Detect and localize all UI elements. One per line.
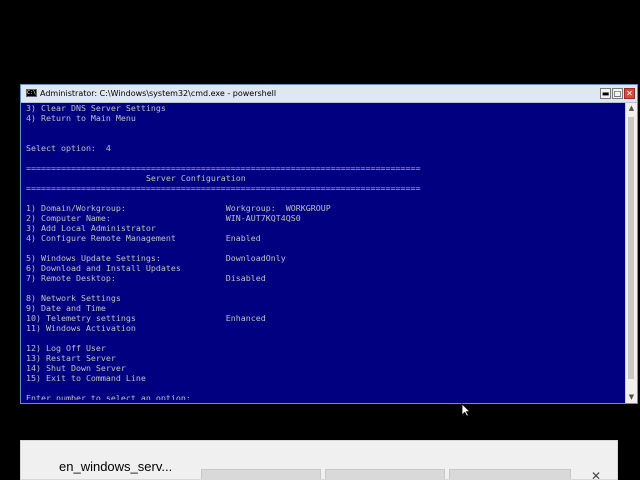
window-controls: ▬ □ ✕ — [600, 88, 635, 99]
console-line: 4) Configure Remote Management Enabled — [26, 233, 261, 243]
console-line: 12) Log Off User — [26, 343, 106, 353]
console-line: 7) Remote Desktop: Disabled — [26, 273, 266, 283]
download-action-button-3[interactable] — [449, 469, 571, 479]
console-line: Enter number to select an option: — [26, 393, 191, 400]
console-line: 14) Shut Down Server — [26, 363, 126, 373]
window-titlebar[interactable]: C:\ Administrator: C:\Windows\system32\c… — [21, 85, 637, 103]
console-line: ========================================… — [26, 163, 421, 173]
download-action-button-2[interactable] — [325, 469, 445, 479]
console-line: ========================================… — [26, 183, 421, 193]
console-line: 5) Windows Update Settings: DownloadOnly — [26, 253, 286, 263]
vertical-scrollbar[interactable]: ▲ ▼ — [625, 103, 637, 403]
mouse-pointer-icon — [461, 403, 471, 417]
console-line: 8) Network Settings — [26, 293, 121, 303]
console-line: 9) Date and Time — [26, 303, 106, 313]
window-title: Administrator: C:\Windows\system32\cmd.e… — [40, 89, 277, 98]
minimize-button[interactable]: ▬ — [600, 88, 611, 99]
close-button[interactable]: ✕ — [624, 88, 635, 99]
console-app-icon: C:\ — [26, 89, 37, 97]
cmd-window: C:\ Administrator: C:\Windows\system32\c… — [20, 84, 638, 404]
console-line: Server Configuration — [26, 173, 246, 183]
download-status-text — [59, 475, 179, 479]
console-line: 13) Restart Server — [26, 353, 116, 363]
scroll-thumb[interactable] — [628, 117, 634, 379]
console-line: 3) Add Local Administrator — [26, 223, 156, 233]
console-output[interactable]: 3) Clear DNS Server Settings 4) Return to… — [26, 103, 624, 400]
scroll-down-arrow-icon[interactable]: ▼ — [626, 392, 637, 403]
download-filename[interactable]: en_windows_serv... — [59, 459, 172, 474]
close-icon[interactable]: ✕ — [591, 469, 603, 479]
console-line: 15) Exit to Command Line — [26, 373, 146, 383]
console-line: 2) Computer Name: WIN-AUT7KQT4QS0 — [26, 213, 301, 223]
console-line: 3) Clear DNS Server Settings — [26, 103, 166, 113]
console-line: 4) Return to Main Menu — [26, 113, 136, 123]
download-action-button-1[interactable] — [201, 469, 321, 479]
download-notification-bar: en_windows_serv... ✕ — [20, 440, 618, 480]
console-line: 6) Download and Install Updates — [26, 263, 181, 273]
console-line: Select option: 4 — [26, 143, 111, 153]
scroll-up-arrow-icon[interactable]: ▲ — [626, 103, 637, 114]
console-line: 1) Domain/Workgroup: Workgroup: WORKGROU… — [26, 203, 331, 213]
console-line: 11) Windows Activation — [26, 323, 136, 333]
maximize-button[interactable]: □ — [612, 88, 623, 99]
console-line: 10) Telemetry settings Enhanced — [26, 313, 266, 323]
